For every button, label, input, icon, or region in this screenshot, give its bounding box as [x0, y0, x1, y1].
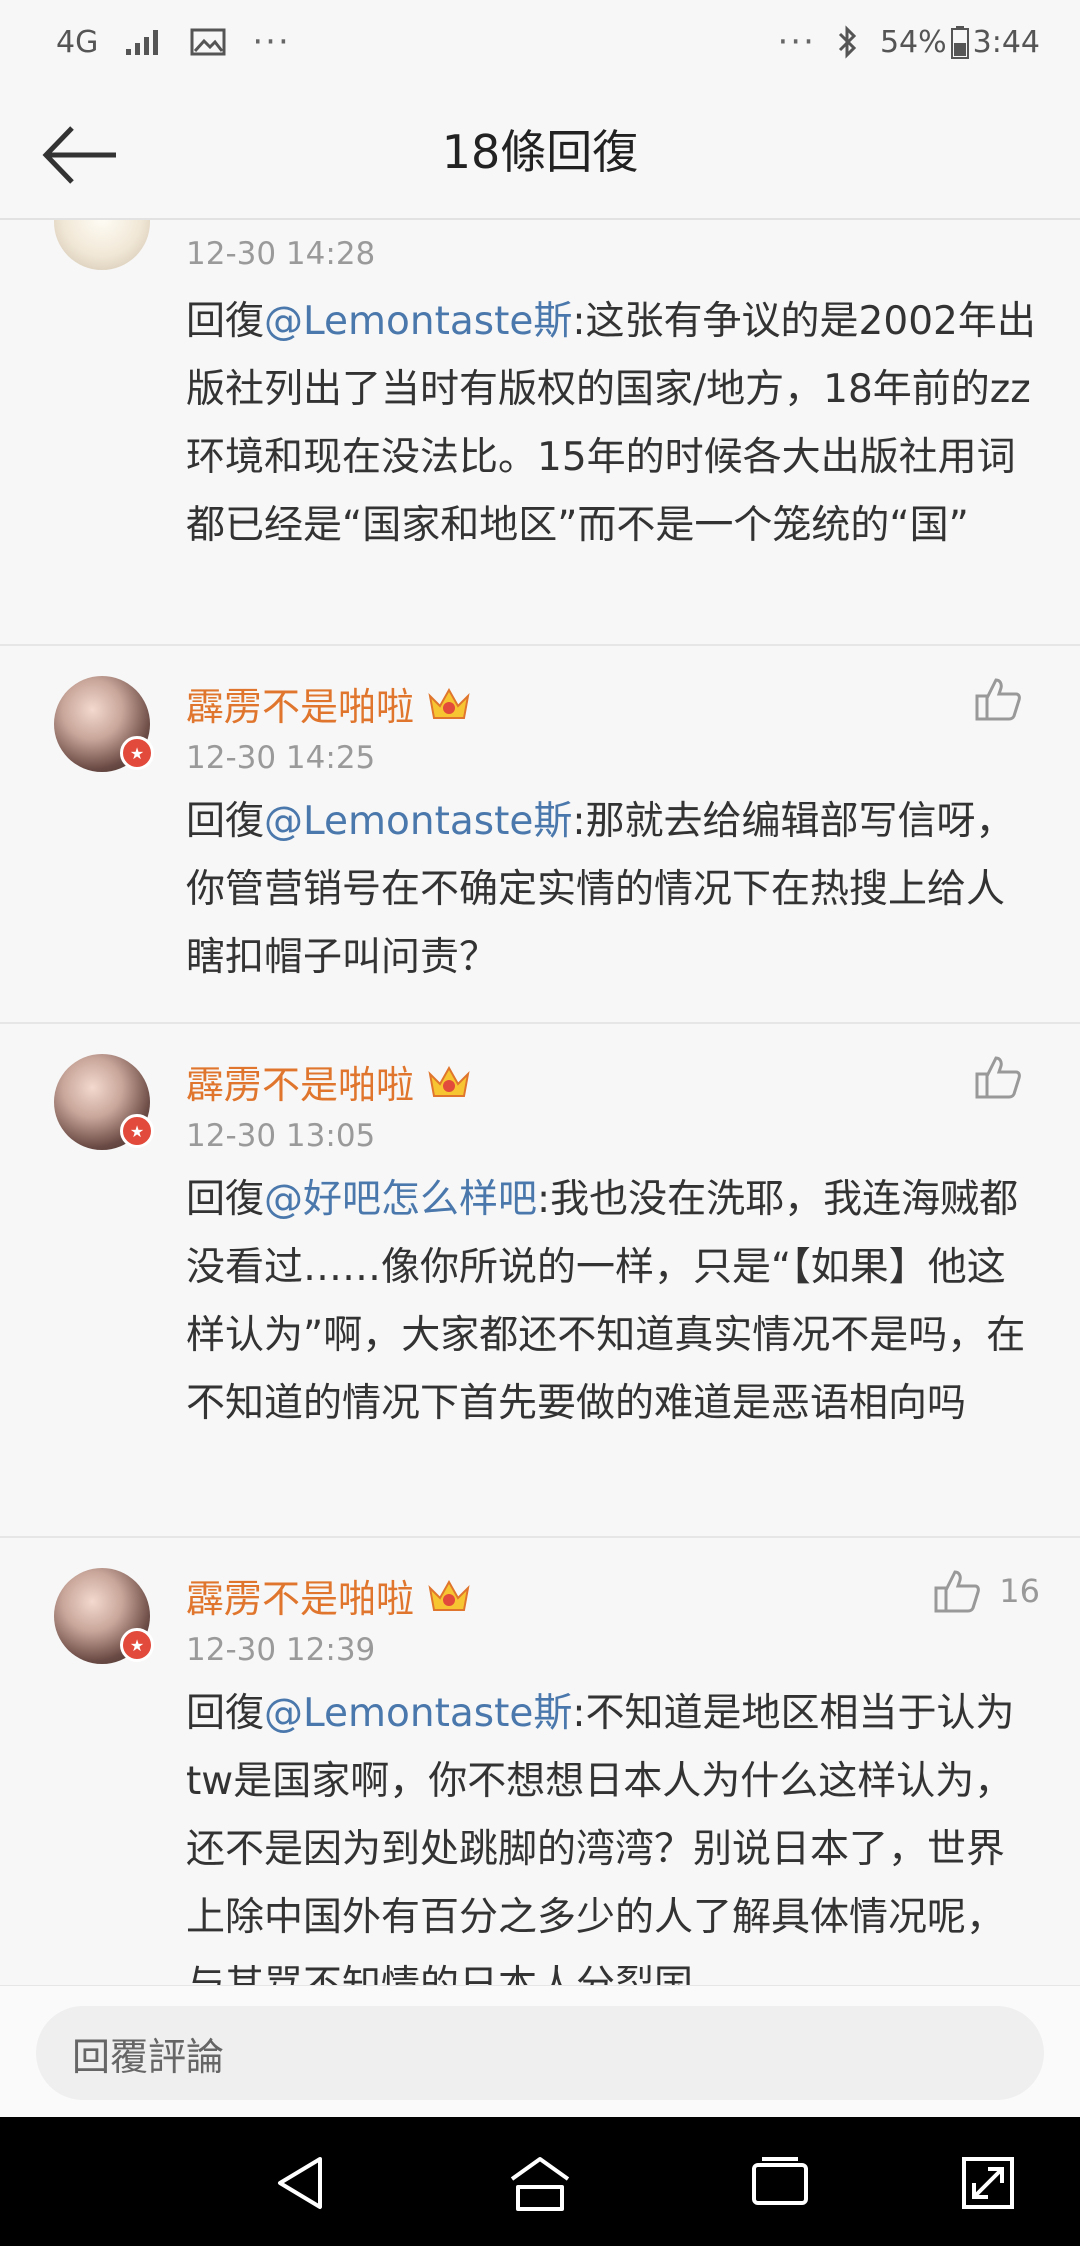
like-button[interactable] [974, 676, 1040, 722]
username[interactable]: 霹雳不是啪啦 [186, 1568, 472, 1623]
reply-prefix: 回復 [186, 299, 265, 344]
like-button[interactable]: 16 [933, 1568, 1040, 1614]
username[interactable]: 霹雳不是啪啦 [186, 1054, 472, 1109]
system-nav-bar [0, 2117, 1080, 2246]
vip-crown-icon [428, 687, 470, 719]
battery-icon [950, 26, 969, 59]
bluetooth-icon [838, 25, 857, 59]
comment-text: 回復@Lemontaste斯:这张有争议的是2002年出版社列出了当时有版权的国… [186, 288, 1036, 560]
like-button[interactable] [974, 1054, 1040, 1100]
reply-bar: 回覆評論 [0, 1985, 1080, 2118]
comment-item: ★ 霹雳不是啪啦 12-30 12:39 16 回復@Lemontaste斯:不… [0, 1538, 1080, 1985]
signal-icon [126, 30, 159, 55]
mention-link[interactable]: @Lemontaste斯 [264, 799, 572, 844]
thumbs-up-icon [975, 678, 1021, 721]
avatar[interactable] [54, 220, 150, 270]
status-more-right: ··· [777, 22, 816, 62]
comment-item: ★ 霹雳不是啪啦 12-30 14:25 回復@Lemontaste斯:那就去给… [0, 646, 1080, 1024]
comment-text: 回復@好吧怎么样吧:我也没在洗耶，我连海贼都没看过……像你所说的一样，只是“【如… [186, 1166, 1036, 1438]
comment-time: 12-30 13:05 [186, 1118, 376, 1154]
comment-time: 12-30 14:28 [186, 236, 376, 272]
comment-text: 回復@Lemontaste斯:那就去给编辑部写信呀，你管营销号在不确定实情的情况… [186, 788, 1036, 992]
vip-crown-icon [428, 1579, 470, 1611]
verified-badge-icon: ★ [120, 1114, 154, 1148]
username[interactable]: 霹雳不是啪啦 [186, 676, 472, 731]
nav-back-icon[interactable] [270, 2151, 334, 2215]
mention-link[interactable]: @Lemontaste斯 [264, 299, 572, 344]
status-bar: 4G ··· ··· 54% 3:44 [0, 0, 1080, 90]
username-text: 霹雳不是啪啦 [186, 1577, 415, 1621]
avatar[interactable]: ★ [54, 676, 154, 772]
image-icon [190, 28, 226, 56]
status-more-left: ··· [252, 22, 291, 62]
comment-time: 12-30 14:25 [186, 740, 376, 776]
reply-prefix: 回復 [186, 1691, 265, 1736]
battery-percent: 54% [879, 24, 947, 60]
network-type: 4G [56, 24, 99, 60]
comment-time: 12-30 12:39 [186, 1632, 376, 1668]
verified-badge-icon: ★ [120, 1628, 154, 1662]
verified-badge-icon: ★ [120, 736, 154, 770]
reply-prefix: 回復 [186, 799, 265, 844]
mention-link[interactable]: @好吧怎么样吧 [264, 1177, 537, 1222]
nav-home-icon[interactable] [508, 2151, 572, 2215]
vip-crown-icon [428, 1065, 470, 1097]
username-text: 霹雳不是啪啦 [186, 685, 415, 729]
header: 18條回復 [0, 90, 1080, 220]
mention-link[interactable]: @Lemontaste斯 [264, 1691, 572, 1736]
username-text: 霹雳不是啪啦 [186, 1063, 415, 1107]
thumbs-up-icon [934, 1570, 981, 1613]
avatar[interactable]: ★ [54, 1568, 154, 1664]
nav-recents-icon[interactable] [748, 2151, 812, 2215]
page-title: 18條回復 [441, 125, 639, 179]
like-count: 16 [999, 1572, 1040, 1610]
comment-text: 回復@Lemontaste斯:不知道是地区相当于认为tw是国家啊，你不想想日本人… [186, 1680, 1036, 1985]
thumbs-up-icon [975, 1056, 1021, 1099]
comment-item: ★ 霹雳不是啪啦 12-30 13:05 回復@好吧怎么样吧:我也没在洗耶，我连… [0, 1024, 1080, 1538]
comments-list[interactable]: 12-30 14:28 回復@Lemontaste斯:这张有争议的是2002年出… [0, 220, 1080, 1985]
status-time: 3:44 [972, 24, 1040, 60]
nav-expand-icon[interactable] [956, 2151, 1020, 2215]
reply-prefix: 回復 [186, 1177, 265, 1222]
reply-input[interactable]: 回覆評論 [36, 2006, 1044, 2100]
avatar[interactable]: ★ [54, 1054, 154, 1150]
comment-item: 12-30 14:28 回復@Lemontaste斯:这张有争议的是2002年出… [0, 220, 1080, 646]
